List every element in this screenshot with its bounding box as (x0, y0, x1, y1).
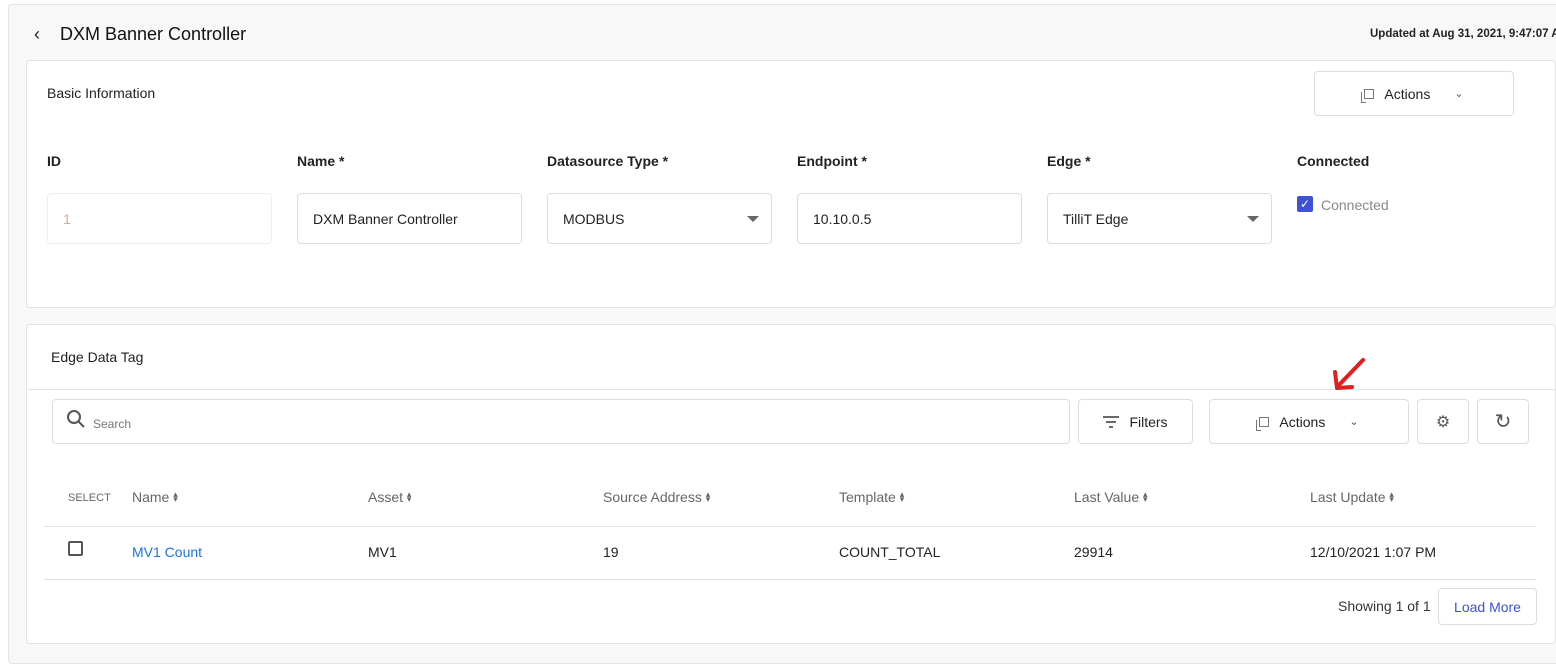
filter-icon (1103, 415, 1120, 428)
refresh-button[interactable]: ↻ (1477, 399, 1529, 444)
row-checkbox[interactable] (68, 541, 83, 556)
chevron-down-icon: ⌄ (1349, 416, 1359, 428)
column-asset[interactable]: Asset ▴ ▾ (368, 489, 411, 505)
back-chevron-icon[interactable]: ‹ (34, 24, 40, 45)
asset-cell: MV1 (368, 544, 397, 560)
divider (28, 389, 1556, 390)
dropdown-caret-icon (1247, 216, 1259, 222)
column-label: Last Value (1074, 489, 1140, 505)
refresh-icon: ↻ (1494, 411, 1512, 433)
edge-select[interactable]: TilliT Edge (1047, 193, 1272, 244)
connected-checkbox[interactable]: ✓ (1297, 196, 1313, 212)
actions-label: Actions (1279, 413, 1326, 430)
datasource-type-value: MODBUS (563, 211, 625, 227)
chevron-down-icon: ⌄ (1454, 88, 1464, 100)
sort-icon: ▴ ▾ (1143, 489, 1148, 504)
copy-icon (1256, 416, 1270, 431)
datasource-type-label: Datasource Type * (547, 153, 669, 169)
sort-icon: ▴ ▾ (1389, 489, 1394, 504)
column-name[interactable]: Name ▴ ▾ (132, 489, 178, 505)
last-value-cell: 29914 (1074, 544, 1113, 560)
column-label: Name (132, 489, 170, 505)
id-field: 1 (47, 193, 272, 244)
column-label: Last Update (1310, 489, 1386, 505)
divider (44, 579, 1536, 580)
endpoint-field[interactable]: 10.10.0.5 (797, 193, 1022, 244)
showing-count: Showing 1 of 1 (1338, 598, 1431, 614)
column-label: Source Address (603, 489, 702, 505)
endpoint-label: Endpoint * (797, 153, 867, 169)
tag-name-link[interactable]: MV1 Count (132, 544, 202, 560)
column-template[interactable]: Template ▴ ▾ (839, 489, 904, 505)
name-field[interactable]: DXM Banner Controller (297, 193, 522, 244)
connected-label: Connected (1297, 153, 1370, 169)
column-label: Asset (368, 489, 404, 505)
load-more-button[interactable]: Load More (1438, 588, 1537, 625)
connected-checkbox-label: Connected (1321, 197, 1389, 213)
last-update-cell: 12/10/2021 1:07 PM (1310, 544, 1437, 560)
edge-data-tag-title: Edge Data Tag (51, 349, 144, 365)
search-icon (67, 410, 85, 428)
source-address-cell: 19 (603, 544, 619, 560)
column-label: Template (839, 489, 896, 505)
red-annotation-arrow-icon (1333, 358, 1365, 390)
edge-data-tag-card (26, 324, 1556, 644)
column-last-value[interactable]: Last Value ▴ ▾ (1074, 489, 1148, 505)
column-select: SELECT (68, 492, 111, 504)
basic-actions-button[interactable]: Actions ⌄ (1314, 71, 1514, 116)
name-label: Name * (297, 153, 345, 169)
tags-actions-button[interactable]: Actions ⌄ (1209, 399, 1409, 444)
copy-icon (1361, 88, 1375, 103)
gear-icon: ⚙ (1435, 413, 1451, 431)
page-title: DXM Banner Controller (60, 24, 247, 44)
sort-icon: ▴ ▾ (899, 489, 905, 504)
search-placeholder: Search (93, 417, 132, 431)
edge-value: TilliT Edge (1063, 211, 1129, 227)
filters-button[interactable]: Filters (1078, 399, 1193, 444)
id-label: ID (47, 153, 61, 169)
basic-information-title: Basic Information (47, 85, 156, 101)
filters-label: Filters (1129, 413, 1168, 430)
sort-icon: ▴ ▾ (173, 489, 178, 504)
edge-label: Edge * (1047, 153, 1091, 169)
actions-label: Actions (1384, 85, 1431, 102)
sort-icon: ▴ ▾ (705, 489, 711, 504)
dropdown-caret-icon (747, 216, 759, 222)
updated-timestamp: Updated at Aug 31, 2021, 9:47:07 A (1370, 28, 1556, 40)
settings-button[interactable]: ⚙ (1417, 399, 1469, 444)
column-last-update[interactable]: Last Update ▴ ▾ (1310, 489, 1394, 505)
column-source-address[interactable]: Source Address ▴ ▾ (603, 489, 710, 505)
sort-icon: ▴ ▾ (406, 489, 412, 504)
divider (44, 526, 1536, 527)
template-cell: COUNT_TOTAL (839, 544, 941, 560)
search-input[interactable]: Search (52, 399, 1070, 444)
datasource-type-select[interactable]: MODBUS (547, 193, 772, 244)
